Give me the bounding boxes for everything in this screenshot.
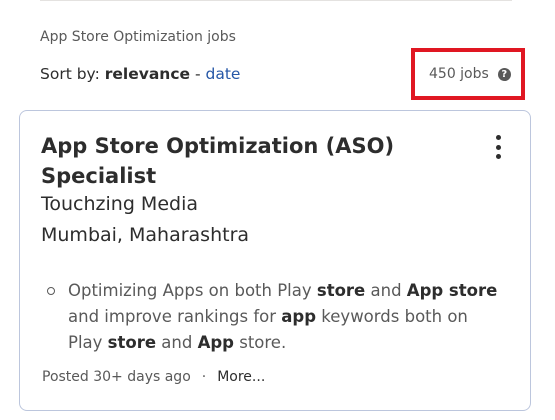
snippet-highlight: app <box>281 307 317 326</box>
sort-date-link[interactable]: date <box>206 65 241 83</box>
snippet-fragment: Optimizing Apps on both Play <box>68 281 317 300</box>
snippet-text: Optimizing Apps on both Play store and A… <box>47 278 507 356</box>
footer-separator: · <box>201 369 207 385</box>
bullet-icon <box>47 287 55 295</box>
snippet-highlight: App <box>197 333 234 352</box>
company-name: Touchzing Media <box>41 193 198 215</box>
sort-label: Sort by: <box>40 65 100 83</box>
sort-bar: Sort by: relevance - date <box>40 65 240 83</box>
job-card[interactable]: App Store Optimization (ASO) Specialist … <box>19 110 531 411</box>
kebab-dot <box>496 135 501 140</box>
snippet-highlight: App store <box>406 281 498 300</box>
snippet-fragment: and <box>365 281 407 300</box>
snippet-fragment: store. <box>233 333 287 352</box>
more-link[interactable]: More... <box>217 369 265 385</box>
snippet-highlight: store <box>316 281 366 300</box>
snippet-fragment: and improve rankings for <box>68 307 282 326</box>
search-title: App Store Optimization jobs <box>40 29 236 45</box>
kebab-dot <box>496 144 501 150</box>
job-count: 450 jobs <box>429 66 489 82</box>
snippet-fragment: and <box>156 333 198 352</box>
sort-relevance-active: relevance <box>104 65 191 83</box>
job-snippet: Optimizing Apps on both Play store and A… <box>47 278 507 356</box>
job-count-highlight: 450 jobs ? <box>411 48 525 100</box>
job-footer: Posted 30+ days ago · More... <box>42 369 265 385</box>
job-title[interactable]: App Store Optimization (ASO) Specialist <box>41 131 461 191</box>
top-divider <box>40 0 512 1</box>
sort-separator: - <box>194 65 201 83</box>
snippet-highlight: store <box>107 333 157 352</box>
job-location: Mumbai, Maharashtra <box>41 224 250 246</box>
posted-date: Posted 30+ days ago <box>42 369 191 385</box>
more-options-icon[interactable] <box>496 135 502 159</box>
help-icon[interactable]: ? <box>497 67 511 81</box>
kebab-dot <box>496 154 501 159</box>
